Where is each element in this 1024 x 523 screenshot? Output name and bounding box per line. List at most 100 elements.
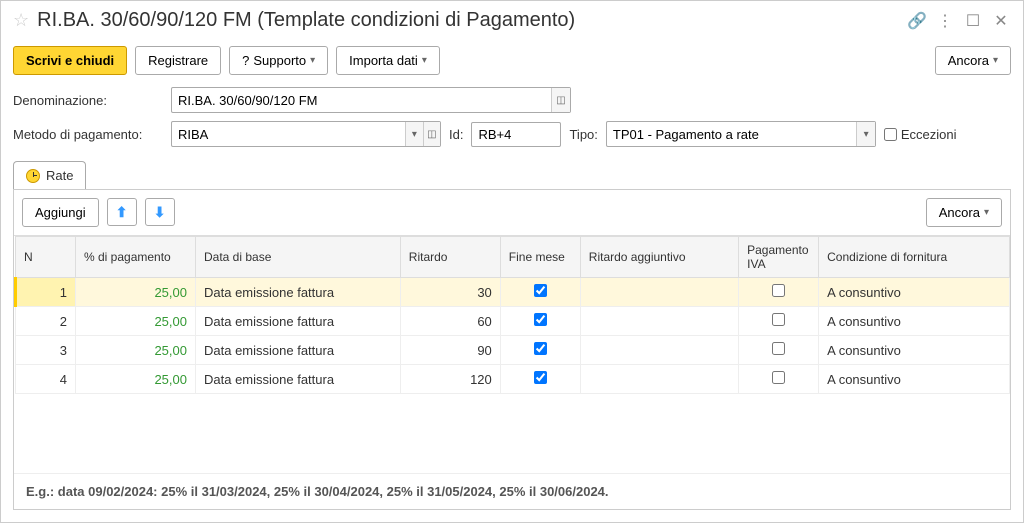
cell-extra-delay[interactable] (580, 278, 738, 307)
form-area: Denominazione: ◫ Metodo di pagamento: ▾ … (1, 81, 1023, 161)
col-pct[interactable]: % di pagamento (76, 237, 196, 278)
exceptions-checkbox[interactable] (884, 128, 897, 141)
id-field[interactable] (471, 122, 561, 147)
rates-table: N % di pagamento Data di base Ritardo Fi… (14, 236, 1010, 394)
tab-rate[interactable]: Rate (13, 161, 86, 189)
cell-n[interactable]: 1 (16, 278, 76, 307)
eom-checkbox[interactable] (534, 371, 547, 384)
cell-delay[interactable]: 120 (400, 365, 500, 394)
move-down-button[interactable]: ⬇ (145, 198, 175, 226)
open-icon[interactable]: ◫ (551, 88, 570, 112)
chevron-down-icon[interactable]: ▾ (405, 122, 422, 146)
cell-extra-delay[interactable] (580, 307, 738, 336)
close-icon[interactable]: ✕ (991, 11, 1011, 31)
cell-supply[interactable]: A consuntivo (819, 336, 1010, 365)
cell-base[interactable]: Data emissione fattura (196, 278, 401, 307)
cell-base[interactable]: Data emissione fattura (196, 307, 401, 336)
payment-method-label: Metodo di pagamento: (13, 127, 163, 142)
chevron-down-icon: ▾ (984, 207, 989, 218)
cell-delay[interactable]: 30 (400, 278, 500, 307)
table-row[interactable]: 125,00Data emissione fattura30 A consunti… (16, 278, 1010, 307)
table-row[interactable]: 425,00Data emissione fattura120 A consunt… (16, 365, 1010, 394)
save-close-button[interactable]: Scrivi e chiudi (13, 46, 127, 75)
cell-pct[interactable]: 25,00 (76, 307, 196, 336)
cell-n[interactable]: 3 (16, 336, 76, 365)
import-button[interactable]: Importa dati ▾ (336, 46, 440, 75)
col-vat[interactable]: Pagamento IVA (739, 237, 819, 278)
cell-base[interactable]: Data emissione fattura (196, 336, 401, 365)
cell-base[interactable]: Data emissione fattura (196, 365, 401, 394)
add-button[interactable]: Aggiungi (22, 198, 99, 227)
table-row[interactable]: 325,00Data emissione fattura90 A consunti… (16, 336, 1010, 365)
cell-pct[interactable]: 25,00 (76, 336, 196, 365)
example-footer: E.g.: data 09/02/2024: 25% il 31/03/2024… (14, 473, 1010, 509)
cell-eom[interactable] (500, 307, 580, 336)
cell-supply[interactable]: A consuntivo (819, 307, 1010, 336)
support-button[interactable]: ? Supporto ▾ (229, 46, 328, 75)
more-menu-icon[interactable]: ⋮ (935, 11, 955, 31)
cell-delay[interactable]: 60 (400, 307, 500, 336)
col-delay[interactable]: Ritardo (400, 237, 500, 278)
cell-supply[interactable]: A consuntivo (819, 278, 1010, 307)
eom-checkbox[interactable] (534, 342, 547, 355)
cell-vat[interactable] (739, 278, 819, 307)
tabs: Rate (1, 161, 1023, 189)
type-label: Tipo: (569, 127, 597, 142)
denomination-label: Denominazione: (13, 93, 163, 108)
exceptions-label: Eccezioni (901, 127, 957, 142)
more-button[interactable]: Ancora ▾ (935, 46, 1011, 75)
exceptions-checkbox-wrap[interactable]: Eccezioni (884, 127, 957, 142)
chevron-down-icon[interactable]: ▾ (856, 122, 875, 146)
vat-checkbox[interactable] (772, 371, 785, 384)
cell-eom[interactable] (500, 365, 580, 394)
move-up-button[interactable]: ⬆ (107, 198, 137, 226)
titlebar: ☆ RI.BA. 30/60/90/120 FM (Template condi… (1, 1, 1023, 40)
chevron-down-icon: ▾ (422, 55, 427, 66)
id-label: Id: (449, 127, 463, 142)
cell-pct[interactable]: 25,00 (76, 365, 196, 394)
cell-vat[interactable] (739, 307, 819, 336)
cell-eom[interactable] (500, 278, 580, 307)
cell-n[interactable]: 4 (16, 365, 76, 394)
tab-toolbar: Aggiungi ⬆ ⬇ Ancora ▾ (14, 190, 1010, 235)
denomination-field[interactable]: ◫ (171, 87, 571, 113)
payment-method-input[interactable] (172, 123, 405, 146)
maximize-icon[interactable]: ☐ (963, 11, 983, 31)
chevron-down-icon: ▾ (993, 55, 998, 66)
open-icon[interactable]: ◫ (423, 122, 440, 146)
col-supply[interactable]: Condizione di fornitura (819, 237, 1010, 278)
cell-supply[interactable]: A consuntivo (819, 365, 1010, 394)
register-button[interactable]: Registrare (135, 46, 221, 75)
vat-checkbox[interactable] (772, 284, 785, 297)
favorite-star-icon[interactable]: ☆ (13, 10, 29, 31)
eom-checkbox[interactable] (534, 313, 547, 326)
cell-extra-delay[interactable] (580, 365, 738, 394)
col-base[interactable]: Data di base (196, 237, 401, 278)
col-n[interactable]: N (16, 237, 76, 278)
denomination-input[interactable] (172, 89, 551, 112)
question-icon: ? (242, 53, 249, 68)
col-extra-delay[interactable]: Ritardo aggiuntivo (580, 237, 738, 278)
vat-checkbox[interactable] (772, 313, 785, 326)
payment-method-field[interactable]: ▾ ◫ (171, 121, 441, 147)
cell-pct[interactable]: 25,00 (76, 278, 196, 307)
tab-more-button[interactable]: Ancora ▾ (926, 198, 1002, 227)
cell-vat[interactable] (739, 365, 819, 394)
cell-eom[interactable] (500, 336, 580, 365)
vat-checkbox[interactable] (772, 342, 785, 355)
table-row[interactable]: 225,00Data emissione fattura60 A consunti… (16, 307, 1010, 336)
type-field[interactable]: ▾ (606, 121, 876, 147)
tab-content: Aggiungi ⬆ ⬇ Ancora ▾ N % di pagamento D… (13, 189, 1011, 510)
table-wrap: N % di pagamento Data di base Ritardo Fi… (14, 235, 1010, 473)
eom-checkbox[interactable] (534, 284, 547, 297)
cell-n[interactable]: 2 (16, 307, 76, 336)
cell-delay[interactable]: 90 (400, 336, 500, 365)
window-title: RI.BA. 30/60/90/120 FM (Template condizi… (37, 9, 899, 32)
col-eom[interactable]: Fine mese (500, 237, 580, 278)
id-input[interactable] (472, 123, 560, 146)
link-icon[interactable]: 🔗 (907, 11, 927, 31)
cell-extra-delay[interactable] (580, 336, 738, 365)
cell-vat[interactable] (739, 336, 819, 365)
type-input[interactable] (607, 123, 856, 146)
clock-icon (26, 169, 40, 183)
